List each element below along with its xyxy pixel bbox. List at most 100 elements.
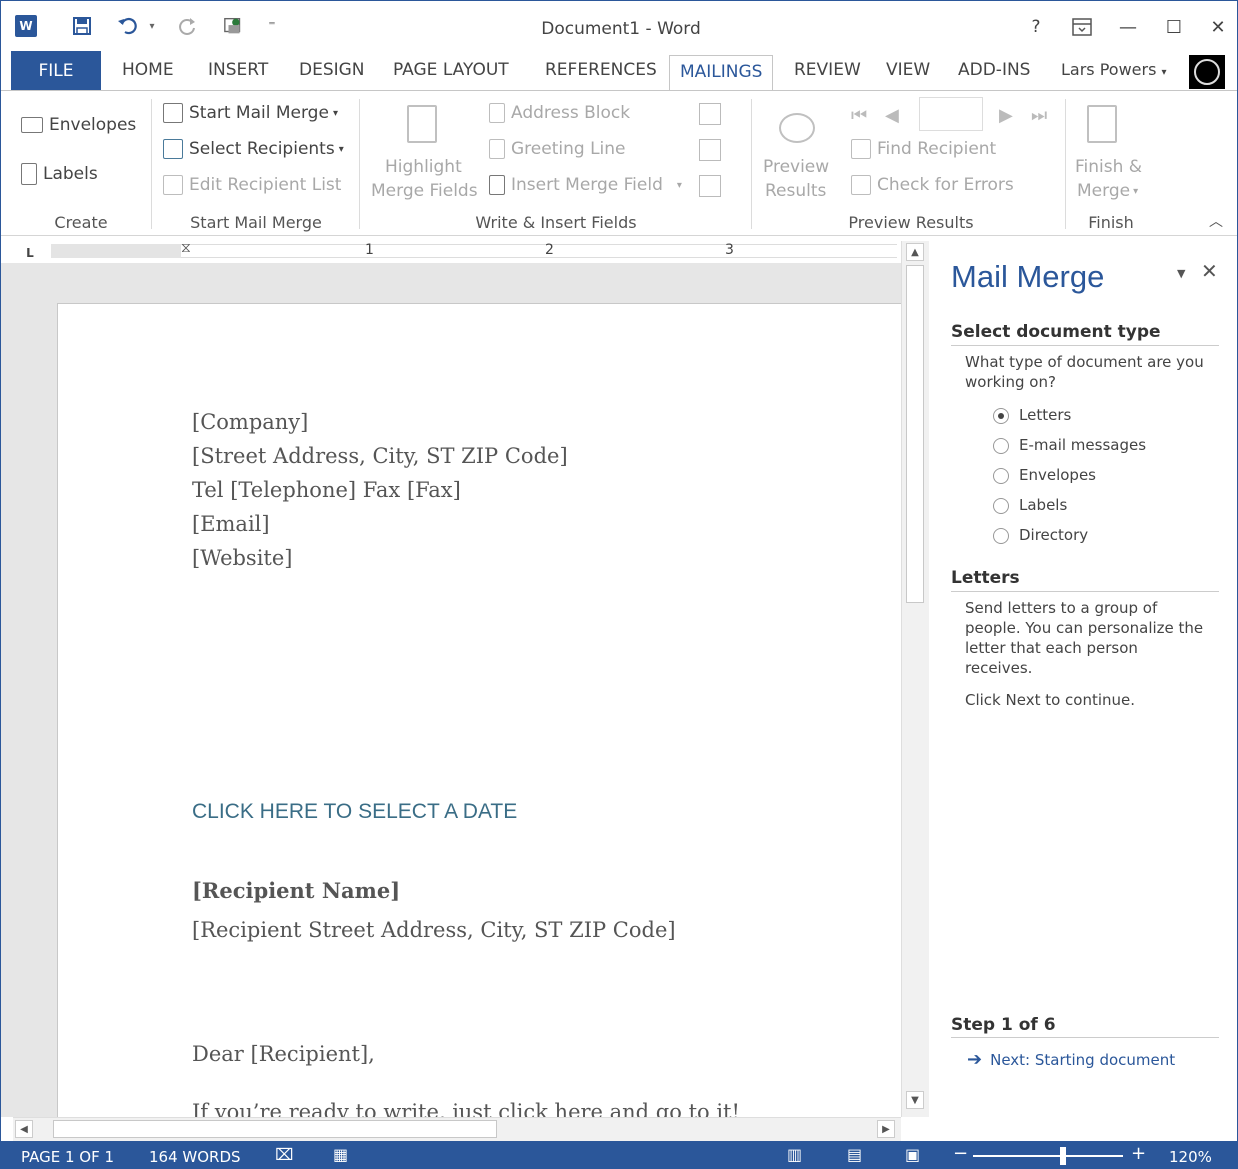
tab-insert[interactable]: INSERT	[208, 59, 268, 91]
tab-review[interactable]: REVIEW	[794, 59, 861, 91]
option-letters[interactable]: Letters	[993, 405, 1193, 429]
company-placeholder[interactable]: [Company]	[192, 410, 308, 434]
zoom-in-icon[interactable]: +	[1131, 1143, 1146, 1164]
radio-directory[interactable]	[993, 528, 1009, 544]
tab-view[interactable]: VIEW	[886, 59, 930, 91]
preview-label-line1: Preview	[763, 157, 830, 177]
envelopes-button[interactable]: Envelopes	[21, 115, 136, 135]
avatar[interactable]	[1189, 55, 1225, 89]
recipient-address-placeholder[interactable]: [Recipient Street Address, City, ST ZIP …	[192, 918, 676, 942]
body-text[interactable]: If you’re ready to write, just click her…	[192, 1100, 740, 1117]
match-fields-icon[interactable]	[699, 139, 721, 161]
radio-letters[interactable]	[993, 408, 1009, 424]
document-canvas[interactable]: [Company] [Street Address, City, ST ZIP …	[1, 263, 901, 1117]
redo-icon[interactable]	[177, 15, 199, 37]
tab-design[interactable]: DESIGN	[299, 59, 365, 91]
help-button[interactable]: ?	[1021, 15, 1051, 39]
start-mail-merge-button[interactable]: Start Mail Merge ▾	[163, 103, 338, 123]
recipient-name-placeholder[interactable]: [Recipient Name]	[192, 878, 400, 903]
option-email-messages[interactable]: E-mail messages	[993, 435, 1193, 459]
street-address-placeholder[interactable]: [Street Address, City, ST ZIP Code]	[192, 444, 568, 468]
tab-page-layout[interactable]: PAGE LAYOUT	[393, 59, 509, 91]
scroll-left-icon[interactable]: ◀	[15, 1120, 33, 1138]
insert-merge-field-button[interactable]: Insert Merge Field ▾	[489, 175, 682, 195]
greeting-line-button[interactable]: Greeting Line	[489, 139, 626, 159]
highlight-merge-fields-button[interactable]: Highlight Merge Fields	[371, 101, 481, 211]
word-logo-icon[interactable]: W	[15, 15, 37, 37]
horizontal-scrollbar[interactable]: ◀ ▶	[13, 1117, 901, 1141]
tab-mailings[interactable]: MAILINGS	[669, 55, 774, 92]
save-icon[interactable]	[71, 15, 93, 37]
option-envelopes[interactable]: Envelopes	[993, 465, 1193, 489]
rules-icon[interactable]	[699, 103, 721, 125]
telephone-fax-placeholder[interactable]: Tel [Telephone] Fax [Fax]	[192, 478, 461, 502]
finish-merge-button[interactable]: Finish & Merge ▾	[1071, 101, 1151, 211]
ribbon-display-options-button[interactable]	[1067, 15, 1097, 39]
check-for-errors-button[interactable]: Check for Errors	[851, 175, 1014, 195]
pane-close-icon[interactable]: ✕	[1201, 259, 1218, 283]
read-mode-icon[interactable]: ▥	[787, 1145, 802, 1164]
minimize-button[interactable]: —	[1113, 15, 1143, 39]
maximize-button[interactable]: ☐	[1159, 15, 1189, 39]
vertical-scrollbar[interactable]: ▲ ▼	[901, 241, 929, 1117]
radio-envelopes[interactable]	[993, 468, 1009, 484]
chevron-down-icon: ▾	[338, 143, 344, 155]
proofing-icon[interactable]: ⌧	[275, 1145, 293, 1164]
scrollbar-thumb[interactable]	[906, 265, 924, 603]
check-errors-icon	[851, 175, 871, 195]
zoom-level[interactable]: 120%	[1169, 1148, 1212, 1166]
undo-dropdown-icon[interactable]: ▾	[141, 15, 163, 37]
close-button[interactable]: ✕	[1203, 15, 1233, 39]
scroll-up-icon[interactable]: ▲	[906, 243, 924, 261]
letters-header: Letters	[951, 568, 1020, 588]
word-count[interactable]: 164 WORDS	[149, 1148, 241, 1166]
page-count[interactable]: PAGE 1 OF 1	[21, 1148, 114, 1166]
pane-options-icon[interactable]: ▼	[1177, 267, 1185, 280]
web-layout-icon[interactable]: ▣	[905, 1145, 920, 1164]
tab-home[interactable]: HOME	[122, 59, 174, 91]
select-recipients-button[interactable]: Select Recipients ▾	[163, 139, 344, 159]
tab-file[interactable]: FILE	[11, 51, 101, 91]
date-picker-placeholder[interactable]: CLICK HERE TO SELECT A DATE	[192, 800, 517, 824]
salutation[interactable]: Dear [Recipient],	[192, 1042, 375, 1066]
tab-selector[interactable]: L	[17, 241, 43, 265]
tab-references[interactable]: REFERENCES	[545, 59, 657, 91]
scroll-down-icon[interactable]: ▼	[906, 1091, 924, 1109]
customize-qat-icon[interactable]: ⁼	[261, 15, 283, 37]
scrollbar-thumb[interactable]	[53, 1120, 497, 1138]
undo-icon[interactable]	[117, 15, 139, 37]
option-labels[interactable]: Labels	[993, 495, 1193, 519]
tab-add-ins[interactable]: ADD-INS	[958, 59, 1030, 91]
zoom-out-icon[interactable]: −	[953, 1143, 968, 1164]
next-record-icon[interactable]: ▶	[999, 105, 1013, 126]
group-separator	[151, 99, 152, 229]
option-directory[interactable]: Directory	[993, 525, 1193, 549]
zoom-slider-thumb[interactable]	[1060, 1147, 1066, 1165]
labels-button[interactable]: Labels	[21, 163, 98, 185]
last-record-icon[interactable]: ⏭	[1031, 105, 1047, 126]
touch-mode-icon[interactable]	[223, 15, 245, 37]
find-recipient-button[interactable]: Find Recipient	[851, 139, 996, 159]
record-number-input[interactable]	[919, 97, 983, 131]
user-name[interactable]: Lars Powers ▾	[1061, 59, 1167, 91]
next-starting-document-link[interactable]: ➔ Next: Starting document	[967, 1049, 1175, 1070]
radio-email-messages[interactable]	[993, 438, 1009, 454]
radio-labels[interactable]	[993, 498, 1009, 514]
ruler-number: 1	[365, 242, 374, 258]
horizontal-ruler[interactable]: ⧖ 1 2 3	[51, 240, 897, 262]
email-placeholder[interactable]: [Email]	[192, 512, 270, 536]
edit-recipient-list-button[interactable]: Edit Recipient List	[163, 175, 341, 195]
address-block-button[interactable]: Address Block	[489, 103, 630, 123]
update-labels-icon[interactable]	[699, 175, 721, 197]
indent-marker-icon[interactable]: ⧖	[181, 240, 191, 256]
collapse-ribbon-icon[interactable]: ︿	[1209, 211, 1223, 231]
preview-results-button[interactable]: Preview Results	[759, 101, 839, 211]
scroll-right-icon[interactable]: ▶	[877, 1120, 895, 1138]
print-layout-icon[interactable]: ▤	[847, 1145, 862, 1164]
website-placeholder[interactable]: [Website]	[192, 546, 293, 570]
first-record-icon[interactable]: ⏮	[851, 105, 867, 126]
previous-record-icon[interactable]: ◀	[885, 105, 899, 126]
macro-recording-icon[interactable]: ▦	[333, 1145, 348, 1164]
document-page[interactable]: [Company] [Street Address, City, ST ZIP …	[57, 303, 901, 1117]
zoom-slider[interactable]	[973, 1155, 1123, 1157]
